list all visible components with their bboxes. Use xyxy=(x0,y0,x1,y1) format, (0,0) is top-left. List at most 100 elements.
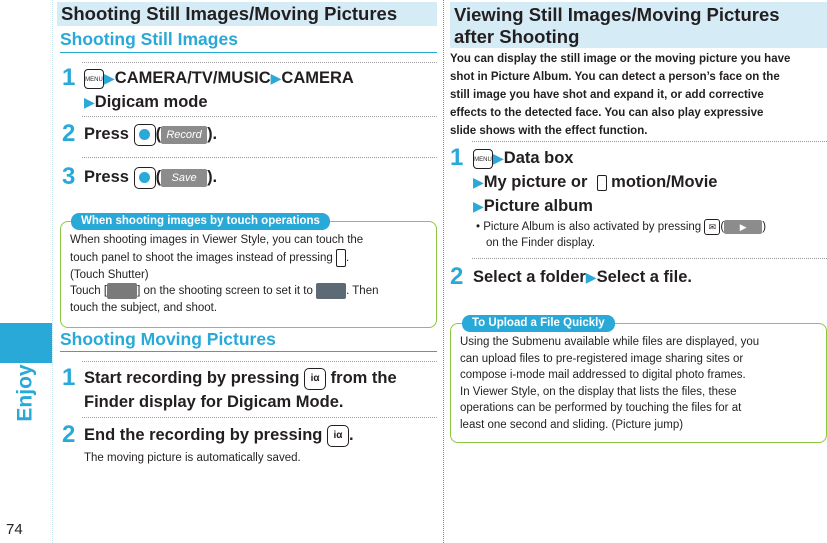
touch-box-line: (Touch Shutter) xyxy=(70,268,149,281)
step-number: 3 xyxy=(62,163,76,190)
still-step-3: Press (Save). xyxy=(84,165,217,189)
touch-shutter-icon xyxy=(316,283,347,299)
side-tab-band xyxy=(0,323,52,363)
touch-box-line: touch panel to shoot the images instead … xyxy=(70,248,432,267)
step-number: 1 xyxy=(62,364,76,391)
arrow-icon: ▶ xyxy=(473,174,484,190)
upload-box-line: operations can be performed by touching … xyxy=(460,402,742,414)
text: . Then xyxy=(346,285,379,298)
text: Select a file. xyxy=(596,268,692,286)
intro-line: shot in Picture Album. You can detect a … xyxy=(450,71,780,83)
text: . xyxy=(345,251,350,264)
upload-box-line: compose i-mode mail addressed to digital… xyxy=(460,369,746,381)
upload-box-line: can upload files to pre-registered image… xyxy=(460,352,744,365)
upload-box-line: Using the Submenu available while files … xyxy=(460,336,760,348)
section-banner-left: Shooting Still Images/Moving Pictures xyxy=(57,2,437,26)
text: from the xyxy=(330,369,397,387)
bullet-dot: • xyxy=(476,221,481,234)
step-number: 2 xyxy=(62,120,76,147)
dotted-rule xyxy=(472,141,827,142)
touch-box-text: When shooting images in Viewer Style, yo… xyxy=(70,232,432,316)
upload-box-title: To Upload a File Quickly xyxy=(462,315,615,332)
paren: ). xyxy=(207,168,218,186)
arrow-icon: ▶ xyxy=(270,70,282,86)
touch-box-line: Touch [ ] on the shooting screen to set i… xyxy=(70,283,432,300)
arrow-icon: ▶ xyxy=(104,70,115,86)
column-divider xyxy=(443,0,444,543)
dotted-rule xyxy=(82,157,437,158)
record-softkey-icon: Record xyxy=(161,125,208,144)
arrow-icon: ▶ xyxy=(84,94,95,110)
mail-key-icon: ✉ xyxy=(704,219,721,235)
text: Touch [ xyxy=(70,285,108,298)
still-images-heading: Shooting Still Images xyxy=(60,29,238,49)
dotted-rule xyxy=(82,116,437,117)
step-number: 2 xyxy=(450,263,464,290)
paren: ) xyxy=(762,221,767,234)
paren: ). xyxy=(207,125,218,143)
heading-underline xyxy=(60,52,437,53)
touch-box-title: When shooting images by touch operations xyxy=(71,213,330,230)
dotted-rule xyxy=(82,62,437,63)
section-banner-right: Viewing Still Images/Moving Pictures aft… xyxy=(450,2,827,48)
step-text: Press xyxy=(84,125,129,143)
play-softkey-icon: ▶ xyxy=(724,220,763,234)
left-margin-rule xyxy=(52,0,53,543)
viewing-step-1-bullet: • Picture Album is also activated by pre… xyxy=(476,219,826,251)
motion-key-icon xyxy=(596,174,607,191)
center-key-icon xyxy=(133,166,156,189)
text: Picture Album is also activated by press… xyxy=(483,221,702,234)
text: Select a folder xyxy=(473,268,586,286)
viewing-step-2: Select a folder▶Select a file. xyxy=(473,265,692,289)
menu-path-picture-album: Picture album xyxy=(483,197,593,215)
shutter-key-icon xyxy=(335,248,346,267)
section-side-tab: Enjoy xyxy=(0,0,52,543)
menu-path-my-picture: My picture or xyxy=(483,173,588,191)
text: touch panel to shoot the images instead … xyxy=(70,251,333,264)
side-tab-label: Enjoy xyxy=(14,364,37,422)
moving-step-2-note: The moving picture is automatically save… xyxy=(84,452,301,464)
text: End the recording by pressing xyxy=(84,426,323,444)
intro-line: effects to the detected face. You can al… xyxy=(450,107,764,119)
moving-step-2: End the recording by pressing iα. xyxy=(84,423,354,447)
save-softkey-icon: Save xyxy=(161,168,208,187)
menu-path-data-box: Data box xyxy=(503,149,574,167)
menu-path-camera-tv-music: CAMERA/TV/MUSIC xyxy=(114,69,271,87)
moving-step-1: Start recording by pressing iα from the … xyxy=(84,366,434,414)
dotted-rule xyxy=(472,258,827,259)
i-alpha-key-icon: iα xyxy=(326,424,349,447)
i-alpha-key-icon: iα xyxy=(304,367,327,390)
intro-line: still image you have shot and expand it,… xyxy=(450,89,764,101)
menu-path-motion: motion/Movie xyxy=(611,173,718,191)
intro-line: slide shows with the effect function. xyxy=(450,125,648,137)
text: . xyxy=(348,426,354,444)
touch-box-line: touch the subject, and shoot. xyxy=(70,301,218,314)
menu-path-camera: CAMERA xyxy=(281,69,354,87)
step-number: 2 xyxy=(62,421,76,448)
page-number: 74 xyxy=(6,521,23,538)
heading-underline xyxy=(60,351,437,352)
intro-paragraph: You can display the still image or the m… xyxy=(450,50,827,140)
step-number: 1 xyxy=(450,144,464,171)
moving-pictures-heading: Shooting Moving Pictures xyxy=(60,329,276,349)
viewing-step-1: MENU▶Data box ▶My picture or motion/Movi… xyxy=(473,146,823,218)
text: Start recording by pressing xyxy=(84,369,300,387)
arrow-icon: ▶ xyxy=(473,198,484,214)
upload-box-line: In Viewer Style, on the display that lis… xyxy=(460,385,737,398)
menu-key-icon: MENU xyxy=(473,148,493,169)
still-step-1: MENU▶CAMERA/TV/MUSIC▶CAMERA ▶Digicam mod… xyxy=(84,66,434,114)
arrow-icon: ▶ xyxy=(493,150,504,166)
text: ] on the shooting screen to set it to xyxy=(137,285,313,298)
camera-mode-icon xyxy=(107,283,138,299)
text: Finder display for Digicam Mode. xyxy=(84,393,344,411)
text: on the Finder display. xyxy=(486,237,596,250)
menu-key-icon: MENU xyxy=(84,68,104,89)
step-text: Press xyxy=(84,168,129,186)
dotted-rule xyxy=(82,361,437,362)
upload-box-line: least one second and sliding. (Picture j… xyxy=(460,418,684,431)
center-key-icon xyxy=(133,123,156,146)
upload-box-text: Using the Submenu available while files … xyxy=(460,334,824,433)
banner-line: Viewing Still Images/Moving Pictures xyxy=(454,4,780,25)
intro-line: You can display the still image or the m… xyxy=(450,53,791,65)
touch-box-line: When shooting images in Viewer Style, yo… xyxy=(70,234,364,246)
